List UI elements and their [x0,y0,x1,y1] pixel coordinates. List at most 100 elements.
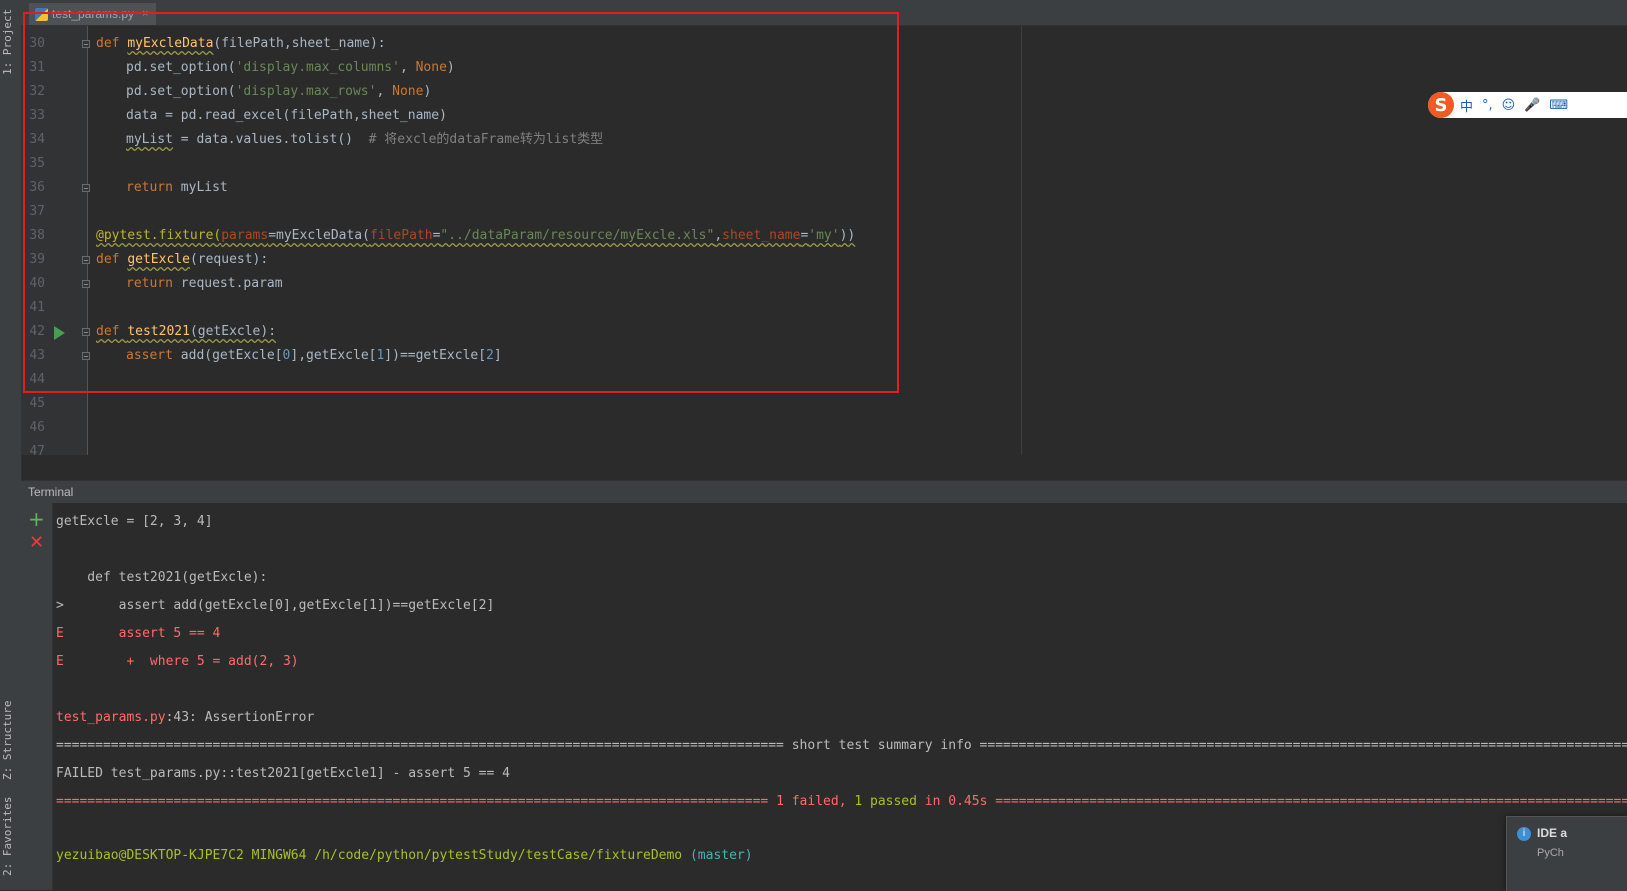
project-tool-tab[interactable]: 1: Project [1,8,20,76]
editor-tab-test-params[interactable]: test_params.py × [29,3,157,25]
fold-marker[interactable] [82,40,90,48]
ide-notification[interactable]: i IDE a PyCh [1506,816,1627,891]
notification-text: PyCh [1537,847,1564,859]
prompt-text: yezuibao@DESKTOP-KJPE7C2 MINGW64 /h/code… [56,848,690,863]
code-text: , [376,84,393,99]
sogou-logo-icon[interactable]: S [1428,92,1454,118]
new-session-icon[interactable]: + [28,509,45,529]
code-text: , [714,228,723,243]
keyboard-icon[interactable]: ⌨ [1549,98,1568,113]
chinese-mode-icon[interactable]: 中 [1460,96,1473,115]
code-text: request.param [180,276,283,291]
microphone-icon[interactable]: 🎤 [1524,98,1540,113]
terminal-text: , [838,794,855,809]
structure-tool-tab[interactable]: Z: Structure [1,700,20,780]
fold-marker[interactable] [82,280,90,288]
emoji-icon[interactable]: ☺ [1502,98,1516,113]
string-literal: "../dataParam/resource/myExcle.xls" [440,228,715,243]
code-editor[interactable]: 30 31 32 33 34 35 36 37 38 39 40 41 42 4… [21,26,1627,455]
line-number: 35 [29,156,45,171]
editor-tab-label: test_params.py [52,7,135,21]
fold-marker[interactable] [82,328,90,336]
line-number: 41 [29,300,45,315]
editor-tab-bar: test_params.py × [21,0,1627,26]
python-file-icon [35,7,48,21]
result-line: ========================================… [56,792,1627,812]
code-line-43: assert add(getExcle[0],getExcle[1])==get… [126,344,502,368]
fold-marker[interactable] [82,256,90,264]
line-number: 36 [29,180,45,195]
code-text: ],getExcle[ [290,348,377,363]
terminal-text: :43: AssertionError [165,710,315,725]
string-literal: 'my' [808,228,840,243]
terminal-toolbar: + ✕ [21,503,53,890]
favorites-tab-label: 2: Favorites [1,796,14,876]
fold-marker[interactable] [82,352,90,360]
terminal-line: test_params.py:43: AssertionError [56,708,314,728]
terminal-line: def test2021(getExcle): [56,570,268,585]
keyword: return [126,180,181,195]
failed-count: 1 failed [776,794,839,809]
line-number: 32 [29,84,45,99]
code-text: ] [493,348,502,363]
terminal-output[interactable]: getExcle = [2, 3, 4] def test2021(getExc… [53,503,1627,890]
number-literal: 2 [486,348,494,363]
code-line-39: def getExcle(request): [96,248,268,272]
terminal-text: ========================================… [56,794,777,809]
function-name: myExcleData [127,36,214,51]
code-text: pd.set_option( [126,84,236,99]
favorites-tool-tab[interactable]: 2: Favorites [1,796,20,876]
project-tab-label: 1: Project [1,8,14,76]
close-session-icon[interactable]: ✕ [29,533,44,553]
line-number: 46 [29,420,45,435]
decorator: @pytest.fixture( [96,228,222,243]
code-text: =myExcleData( [268,228,370,243]
code-line-42: def test2021(getExcle): [96,320,276,344]
code-line-31: pd.set_option('display.max_columns', Non… [126,56,455,80]
terminal-line: getExcle = [2, 3, 4] [56,514,213,529]
keyword: assert [126,348,181,363]
passed-count: 1 passed [854,794,917,809]
keyword: def [96,36,128,51]
code-line-30: def myExcleData(filePath,sheet_name): [96,32,386,56]
line-number: 34 [29,132,45,147]
close-tab-icon[interactable]: × [142,8,148,20]
code-text: ])==getExcle[ [384,348,487,363]
line-number: 37 [29,204,45,219]
line-number: 44 [29,372,45,387]
terminal-error-line: E assert 5 == 4 [56,626,221,641]
code-text: (request): [189,252,269,267]
summary-separator-line: ========================================… [56,738,1627,753]
line-number: 42 [29,324,45,339]
parameter-name: params [221,228,269,243]
prompt-line: yezuibao@DESKTOP-KJPE7C2 MINGW64 /h/code… [56,846,753,866]
parameter-name: filePath [369,228,433,243]
error-file-link[interactable]: test_params.py [56,710,166,725]
code-text: (filePath,sheet_name): [213,36,386,51]
code-text: add(getExcle[ [180,348,283,363]
code-comment: # 将excle的dataFrame转为list类型 [368,132,604,147]
code-text: (getExcle): [189,324,277,339]
code-text: ) [423,84,432,99]
line-number: 30 [29,36,45,51]
run-test-icon[interactable] [54,326,65,340]
punctuation-icon[interactable]: °, [1482,98,1493,113]
code-text: , [399,60,416,75]
code-text: pd.set_option( [126,60,236,75]
code-line-33: data = pd.read_excel(filePath,sheet_name… [126,104,447,128]
terminal-title: Terminal [28,485,74,499]
line-number: 38 [29,228,45,243]
terminal-text: ========================================… [995,794,1627,809]
left-tool-strip: 1: Project Z: Structure 2: Favorites [0,0,22,890]
function-name: getExcle [127,252,190,267]
line-number: 47 [29,444,45,455]
keyword: def [96,252,128,267]
line-number: 39 [29,252,45,267]
code-text: )) [839,228,856,243]
code-line-32: pd.set_option('display.max_rows', None) [126,80,431,104]
keyword: def [96,324,128,339]
code-text: ) [446,60,455,75]
fold-marker[interactable] [82,184,90,192]
keyword: None [392,84,424,99]
code-line-34: myList = data.values.tolist() # 将excle的d… [126,128,603,152]
